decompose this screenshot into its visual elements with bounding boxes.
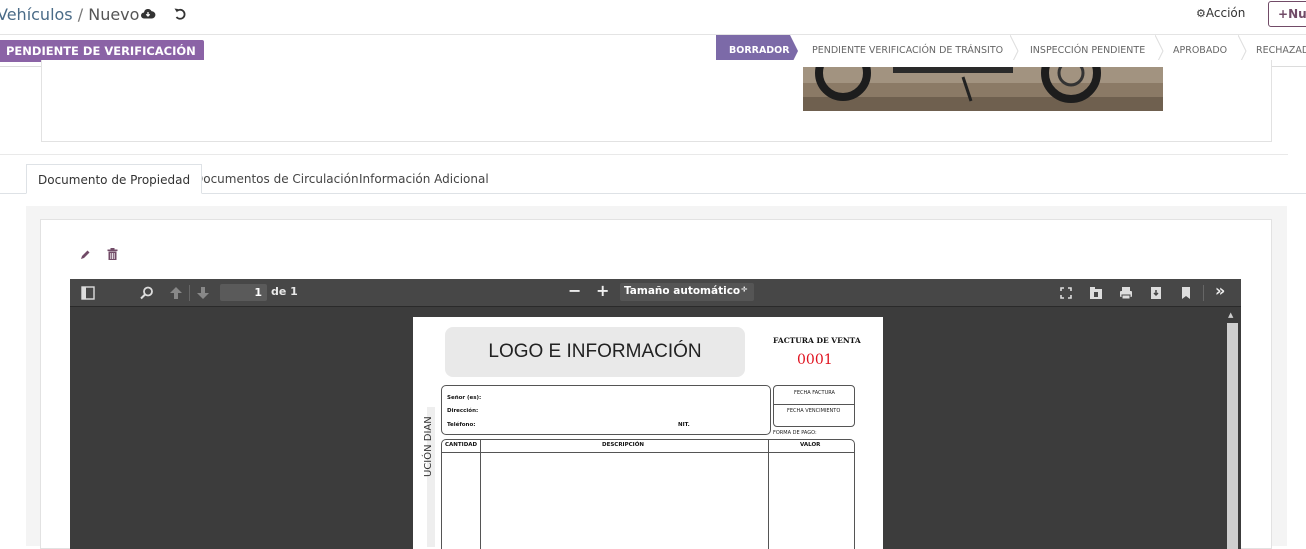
next-page-icon[interactable] xyxy=(195,285,211,301)
breadcrumb: Vehículos / Nuevo xyxy=(0,5,139,24)
breadcrumb-current: Nuevo xyxy=(88,5,140,24)
sidebar-toggle-icon[interactable] xyxy=(80,285,96,301)
pencil-icon[interactable] xyxy=(79,249,91,261)
telefono-label: Teléfono: xyxy=(447,422,476,428)
new-label: Nu xyxy=(1288,7,1306,21)
bookmark-icon[interactable] xyxy=(1178,285,1194,301)
forma-pago-label: FORMA DE PAGO: xyxy=(773,430,817,436)
action-label: Acción xyxy=(1205,6,1246,20)
column-divider xyxy=(480,440,481,549)
toolbar-separator xyxy=(189,285,190,301)
status-badge: PENDIENTE DE VERIFICACIÓN xyxy=(0,40,204,62)
invoice-label: FACTURA DE VENTA xyxy=(773,336,861,345)
chevron-down-icon: ÷ xyxy=(740,285,748,295)
zoom-value: Tamaño automático xyxy=(624,285,741,297)
double-chevron-right-icon[interactable]: » xyxy=(1215,281,1225,300)
page-count: de 1 xyxy=(271,285,298,298)
vehicle-image[interactable] xyxy=(803,67,1163,111)
cloud-save-icon[interactable] xyxy=(140,6,156,22)
table-header-line xyxy=(442,452,854,453)
zoom-out-icon[interactable]: − xyxy=(568,281,581,300)
fecha-factura-label: FECHA FACTURA xyxy=(794,390,835,396)
logo-placeholder: LOGO E INFORMACIÓN xyxy=(445,327,745,377)
open-file-icon[interactable] xyxy=(1088,285,1104,301)
customer-box: Señor (es): Dirección: Teléfono: NIT. xyxy=(441,385,771,435)
pdf-toolbar: 1 de 1 − + Tamaño automático ÷ » xyxy=(70,279,1241,307)
tab-informacion-adicional[interactable]: Información Adicional xyxy=(348,164,500,194)
breadcrumb-separator: / xyxy=(77,5,84,24)
nit-label: NIT. xyxy=(678,422,690,428)
download-icon[interactable] xyxy=(1148,285,1164,301)
discard-icon[interactable] xyxy=(172,6,188,22)
invoice-number: 0001 xyxy=(797,352,833,368)
zoom-in-icon[interactable]: + xyxy=(596,281,609,300)
col-valor: VALOR xyxy=(800,442,821,448)
scrollbar-thumb[interactable] xyxy=(1227,323,1238,549)
control-panel: Vehículos / Nuevo ⚙Acción +Nu xyxy=(0,0,1306,34)
col-cantidad: CANTIDAD xyxy=(445,442,478,448)
senor-label: Señor (es): xyxy=(447,395,482,401)
breadcrumb-parent[interactable]: Vehículos xyxy=(0,5,73,24)
divider xyxy=(774,404,854,405)
tab-documentos-circulacion[interactable]: Documentos de Circulación xyxy=(183,164,370,194)
items-table: CANTIDAD DESCRIPCIÓN VALOR xyxy=(441,439,855,549)
pdf-viewer: 1 de 1 − + Tamaño automático ÷ » ▲ LOGO … xyxy=(70,279,1241,549)
dates-box: FECHA FACTURA FECHA VENCIMIENTO xyxy=(773,385,855,427)
pdf-page: LOGO E INFORMACIÓN FACTURA DE VENTA 0001… xyxy=(413,317,883,549)
toolbar-separator xyxy=(1203,285,1204,301)
new-button[interactable]: +Nu xyxy=(1268,1,1306,27)
zoom-select[interactable]: Tamaño automático ÷ xyxy=(620,283,754,301)
search-icon[interactable] xyxy=(139,285,155,301)
page-number-input[interactable]: 1 xyxy=(220,284,267,301)
side-text: UCIÓN DIAN xyxy=(423,416,434,477)
tab-documento-propiedad[interactable]: Documento de Propiedad xyxy=(26,164,203,194)
divider xyxy=(0,154,1288,155)
scroll-up-icon[interactable]: ▲ xyxy=(1228,311,1233,319)
presentation-mode-icon[interactable] xyxy=(1058,285,1074,301)
plus-icon: + xyxy=(1278,7,1289,21)
action-menu-button[interactable]: ⚙Acción xyxy=(1196,6,1245,20)
fecha-vencimiento-label: FECHA VENCIMIENTO xyxy=(787,408,841,414)
previous-page-icon[interactable] xyxy=(168,285,184,301)
gear-icon: ⚙ xyxy=(1196,7,1206,20)
print-icon[interactable] xyxy=(1118,285,1134,301)
column-divider xyxy=(768,440,769,549)
col-descripcion: DESCRIPCIÓN xyxy=(602,442,644,448)
trash-icon[interactable] xyxy=(107,248,118,261)
direccion-label: Dirección: xyxy=(447,408,479,414)
